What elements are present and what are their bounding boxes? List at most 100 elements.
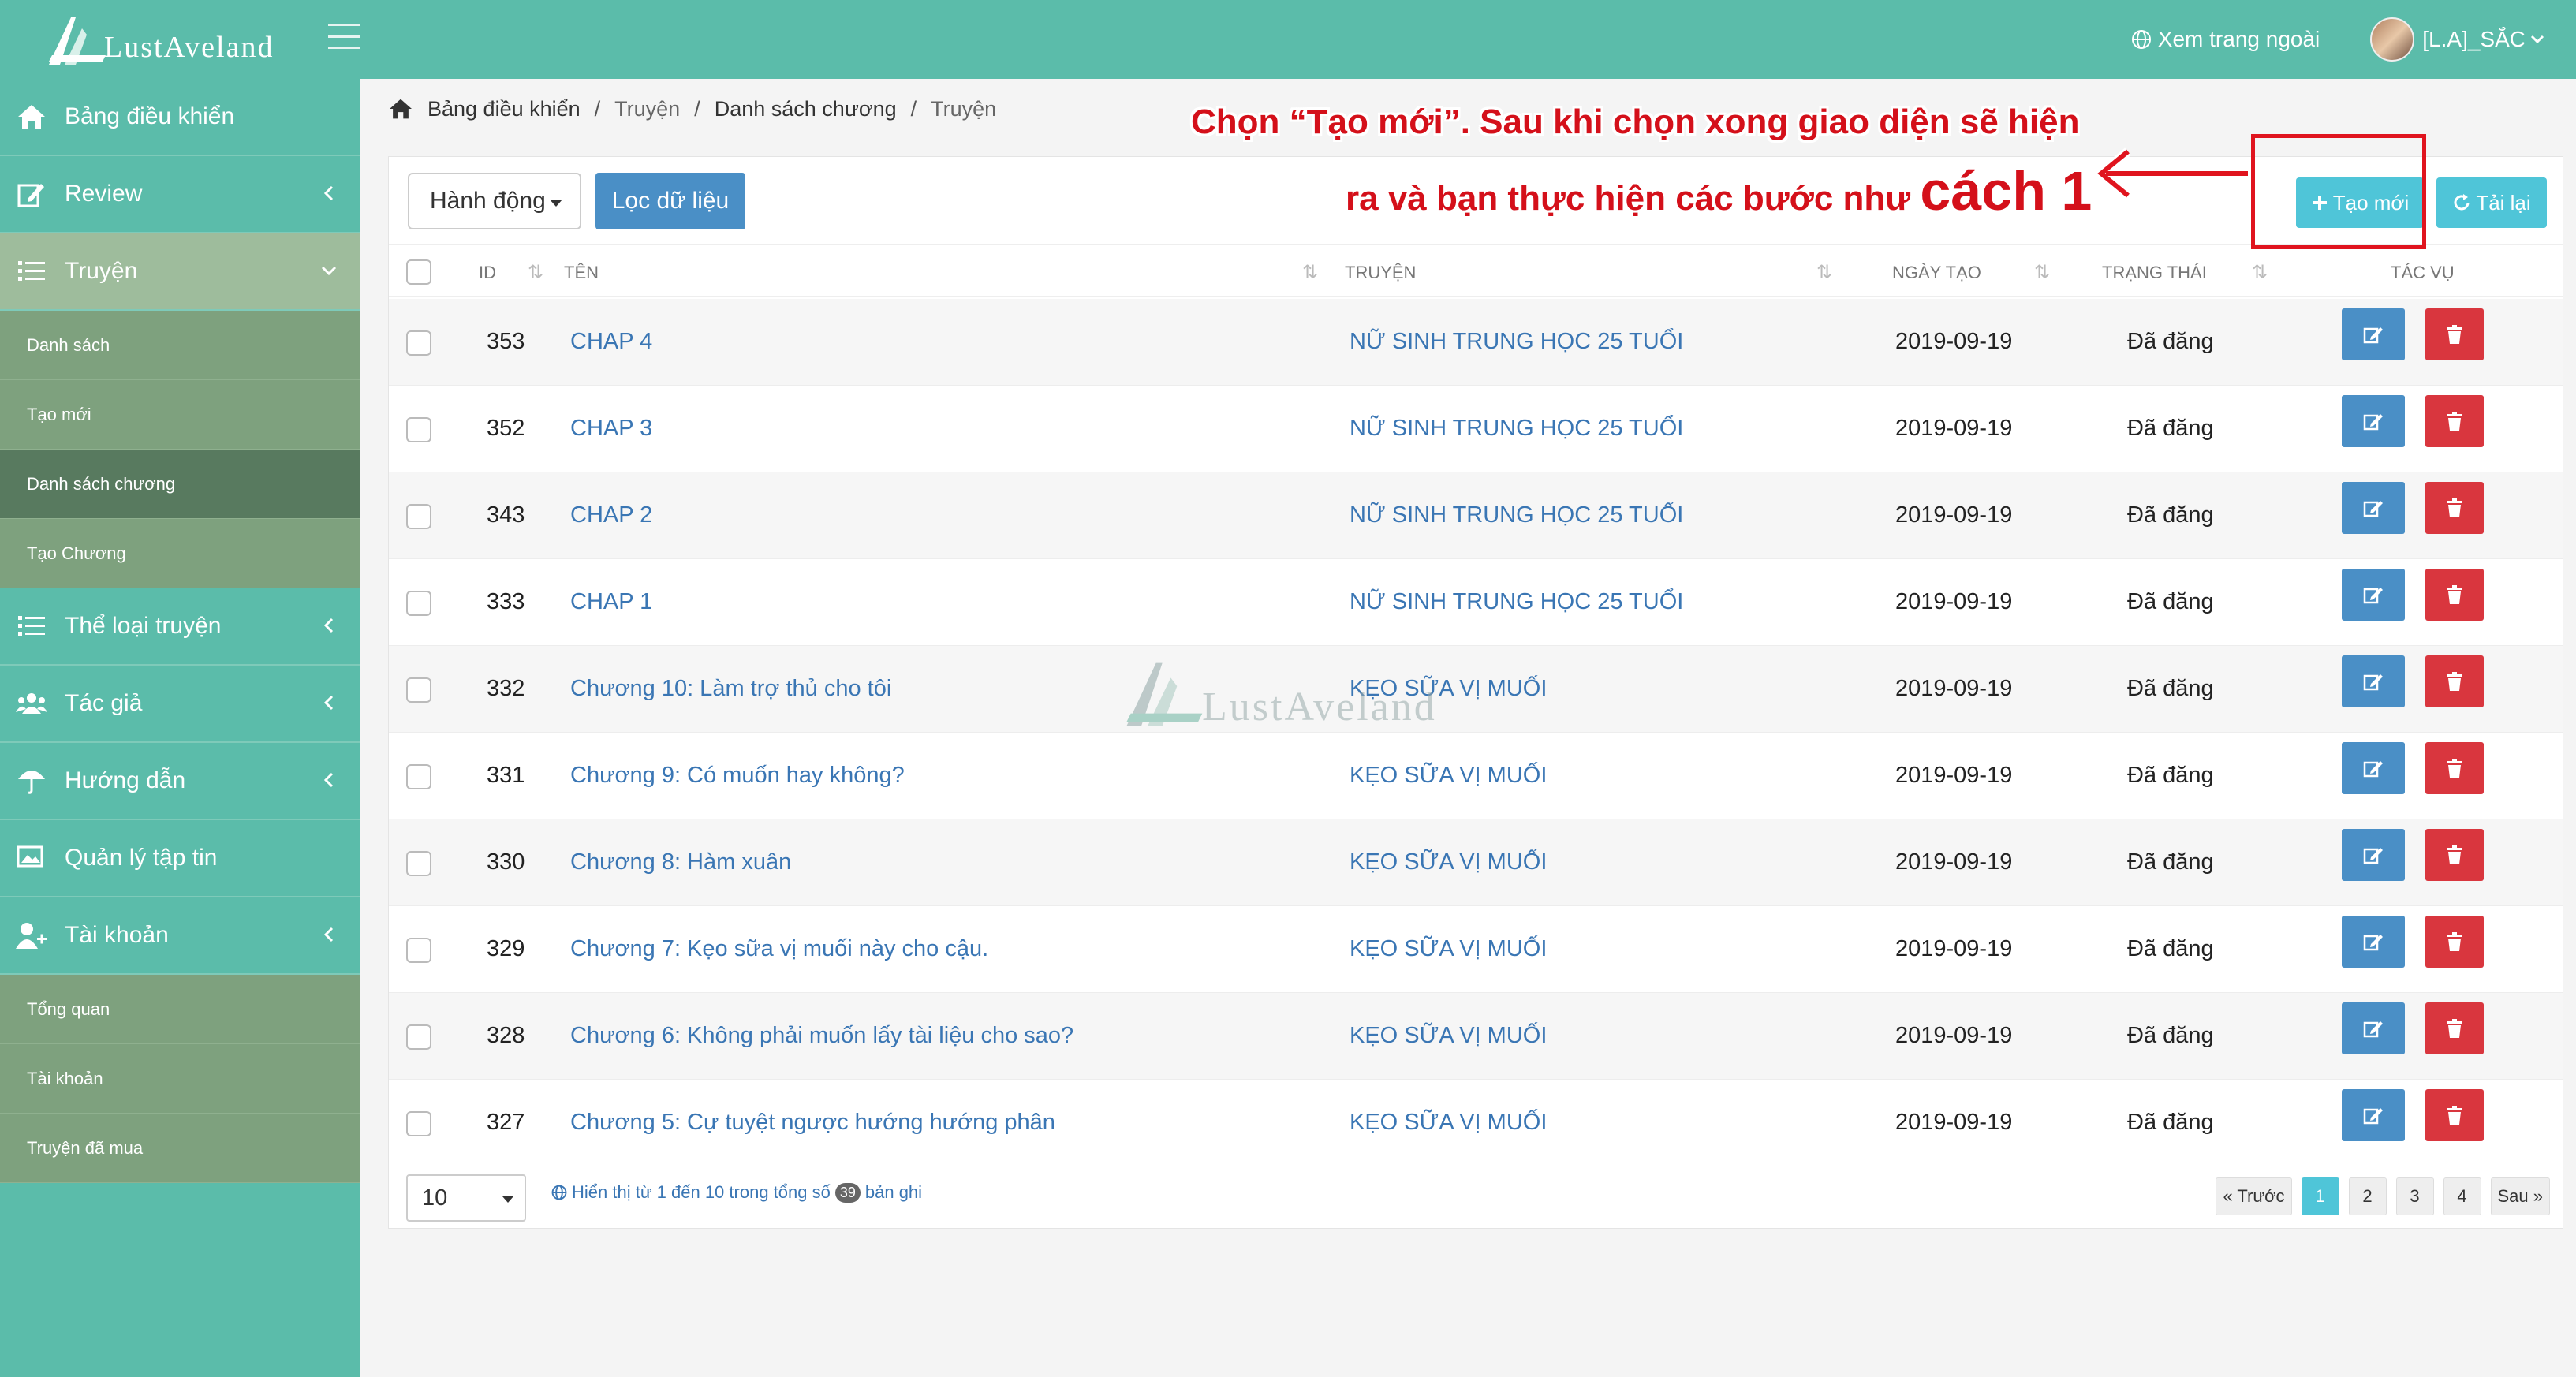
delete-button[interactable] [2425,655,2484,707]
select-all-checkbox[interactable] [406,259,431,285]
sort-icon[interactable]: ⇅ [2034,261,2050,284]
chapter-name-link[interactable]: Chương 6: Không phải muốn lấy tài liệu c… [570,1023,1073,1049]
story-name-link[interactable]: KẸO SỮA VỊ MUỐI [1350,936,1547,962]
sidebar-item-review[interactable]: Review [0,156,360,233]
edit-button[interactable] [2342,655,2405,707]
delete-button[interactable] [2425,569,2484,621]
menu-toggle-icon[interactable] [328,24,360,49]
sidebar-subitem-purchased[interactable]: Truyện đã mua [0,1114,360,1183]
delete-button[interactable] [2425,916,2484,968]
chapter-name-link[interactable]: Chương 8: Hàm xuân [570,849,791,875]
sidebar-subitem-account[interactable]: Tài khoản [0,1044,360,1114]
sort-icon[interactable]: ⇅ [2252,261,2268,284]
sidebar-item-truyen[interactable]: Truyện [0,233,360,311]
chapter-name-link[interactable]: CHAP 1 [570,589,652,615]
pagination-page[interactable]: 2 [2348,1177,2387,1215]
row-checkbox[interactable] [406,330,431,356]
chapter-name-link[interactable]: Chương 7: Kẹo sữa vị muối này cho cậu. [570,936,988,962]
page-size-select[interactable]: 10 [406,1174,526,1222]
delete-button[interactable] [2425,1089,2484,1141]
cell-status: Đã đăng [2127,589,2214,614]
sidebar-item-files[interactable]: Quản lý tập tin [0,820,360,897]
table-row: 343 CHAP 2 NỮ SINH TRUNG HỌC 25 TUỔI 2019-0… [389,472,2563,559]
delete-button[interactable] [2425,395,2484,447]
bulk-action-dropdown[interactable]: Hành động [408,173,581,230]
sidebar-item-guide[interactable]: Hướng dẫn [0,743,360,820]
row-checkbox[interactable] [406,504,431,529]
delete-button[interactable] [2425,308,2484,360]
sidebar-item-dashboard[interactable]: Bảng điều khiển [0,79,360,156]
chapter-name-link[interactable]: CHAP 2 [570,502,652,528]
sidebar-item-genres[interactable]: Thể loại truyện [0,588,360,666]
filter-button[interactable]: Lọc dữ liệu [595,173,745,230]
edit-button[interactable] [2342,569,2405,621]
story-name-link[interactable]: KẸO SỮA VỊ MUỐI [1350,849,1547,875]
breadcrumb-item[interactable]: Danh sách chương [715,97,897,121]
row-checkbox[interactable] [406,417,431,442]
avatar[interactable] [2370,17,2415,62]
sort-icon[interactable]: ⇅ [1816,261,1832,284]
delete-button[interactable] [2425,482,2484,534]
chapter-name-link[interactable]: CHAP 3 [570,416,652,442]
column-header-status[interactable]: TRẠNG THÁI [2102,263,2207,283]
table-row: 353 CHAP 4 NỮ SINH TRUNG HỌC 25 TUỔI 2019-0… [389,299,2563,386]
pagination-page[interactable]: 4 [2443,1177,2481,1215]
sidebar-subitem-create[interactable]: Tạo mới [0,380,360,450]
edit-button[interactable] [2342,829,2405,881]
delete-button[interactable] [2425,1002,2484,1054]
column-header-story[interactable]: TRUYỆN [1345,263,1416,283]
edit-icon [2363,1108,2383,1125]
row-checkbox[interactable] [406,938,431,963]
story-name-link[interactable]: NỮ SINH TRUNG HỌC 25 TUỔI [1350,416,1683,442]
breadcrumb: Bảng điều khiển / Truyện / Danh sách chư… [388,93,996,125]
table-row: 328 Chương 6: Không phải muốn lấy tài liệ… [389,993,2563,1080]
column-header-date[interactable]: NGÀY TẠO [1892,263,1981,283]
pagination-prev[interactable]: « Trước [2216,1177,2292,1215]
delete-button[interactable] [2425,829,2484,881]
row-checkbox[interactable] [406,677,431,703]
pagination-page[interactable]: 1 [2301,1177,2339,1215]
row-checkbox[interactable] [406,851,431,876]
user-menu[interactable]: [L.A]_SẮC [2422,27,2544,52]
sidebar-subitem-list[interactable]: Danh sách [0,311,360,380]
reload-button[interactable]: Tải lại [2436,177,2547,228]
pagination-page[interactable]: 3 [2395,1177,2434,1215]
edit-button[interactable] [2342,1089,2405,1141]
edit-button[interactable] [2342,395,2405,447]
sort-icon[interactable]: ⇅ [1302,261,1318,284]
story-name-link[interactable]: NỮ SINH TRUNG HỌC 25 TUỔI [1350,589,1683,615]
row-checkbox[interactable] [406,764,431,789]
edit-button[interactable] [2342,1002,2405,1054]
sort-icon[interactable]: ⇅ [528,261,543,284]
sidebar-subitem-chapter-list[interactable]: Danh sách chương [0,450,360,519]
edit-button[interactable] [2342,742,2405,794]
story-name-link[interactable]: KẸO SỮA VỊ MUỐI [1350,1023,1547,1049]
chapter-name-link[interactable]: Chương 9: Có muốn hay không? [570,763,905,789]
row-checkbox[interactable] [406,1024,431,1050]
pagination-next[interactable]: Sau » [2490,1177,2550,1215]
visit-site-link[interactable]: Xem trang ngoài [2131,27,2320,52]
story-name-link[interactable]: KẸO SỮA VỊ MUỐI [1350,1110,1547,1136]
edit-button[interactable] [2342,308,2405,360]
sidebar-subitem-overview[interactable]: Tổng quan [0,975,360,1044]
chapter-name-link[interactable]: Chương 10: Làm trợ thủ cho tôi [570,676,891,702]
sidebar-item-account[interactable]: Tài khoản [0,897,360,975]
edit-button[interactable] [2342,916,2405,968]
column-header-name[interactable]: TÊN [564,263,599,283]
chapter-name-link[interactable]: CHAP 4 [570,329,652,355]
sidebar-subitem-create-chapter[interactable]: Tạo Chương [0,519,360,588]
breadcrumb-item[interactable]: Truyện [614,97,680,121]
story-name-link[interactable]: NỮ SINH TRUNG HỌC 25 TUỔI [1350,502,1683,528]
delete-button[interactable] [2425,742,2484,794]
chapter-name-link[interactable]: Chương 5: Cự tuyệt ngược hướng hướng phâ… [570,1110,1055,1136]
cell-id: 329 [487,936,525,961]
story-name-link[interactable]: NỮ SINH TRUNG HỌC 25 TUỔI [1350,329,1683,355]
breadcrumb-item[interactable]: Bảng điều khiển [427,97,581,121]
sidebar-item-authors[interactable]: Tác giả [0,666,360,743]
row-checkbox[interactable] [406,1111,431,1136]
story-name-link[interactable]: KẸO SỮA VỊ MUỐI [1350,763,1547,789]
row-checkbox[interactable] [406,591,431,616]
logo[interactable]: LustAveland [44,11,281,68]
column-header-id[interactable]: ID [479,263,496,283]
edit-button[interactable] [2342,482,2405,534]
